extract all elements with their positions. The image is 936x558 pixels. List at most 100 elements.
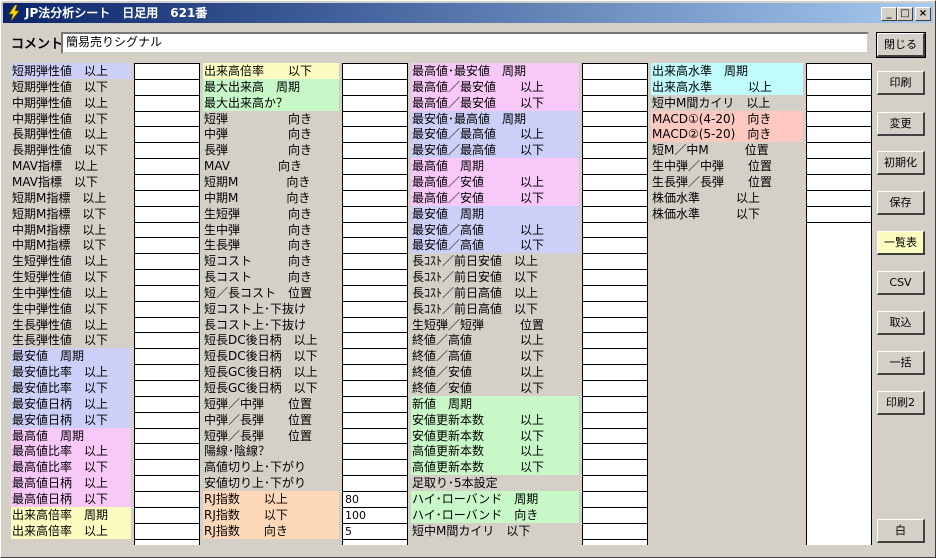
list-button[interactable]: 一覧表 (877, 231, 925, 255)
condition-value-field[interactable] (134, 237, 200, 255)
condition-value-field[interactable] (342, 253, 408, 271)
condition-value-field[interactable] (582, 380, 648, 397)
condition-value-field[interactable] (806, 63, 872, 80)
condition-value-field[interactable] (582, 173, 648, 191)
condition-value-field[interactable] (582, 237, 648, 255)
condition-value-field[interactable] (134, 158, 200, 176)
condition-value-field[interactable] (582, 110, 648, 128)
condition-value-field[interactable] (342, 300, 408, 318)
condition-value-field[interactable] (134, 506, 200, 524)
condition-value-field[interactable] (582, 63, 648, 80)
condition-value-field[interactable] (342, 348, 408, 366)
condition-value-field[interactable] (582, 142, 648, 160)
condition-value-field[interactable] (342, 443, 408, 461)
print2-button[interactable]: 印刷2 (877, 391, 925, 415)
condition-value-field[interactable] (134, 142, 200, 160)
condition-value-field[interactable] (582, 411, 648, 429)
condition-value-field[interactable] (582, 348, 648, 366)
condition-value-field[interactable] (342, 395, 408, 413)
condition-value-field[interactable] (342, 221, 408, 239)
condition-value-field[interactable] (342, 475, 408, 493)
condition-value-field[interactable] (342, 189, 408, 207)
condition-value-field[interactable] (134, 443, 200, 461)
condition-value-field[interactable] (806, 94, 872, 112)
minimize-button[interactable]: _ (881, 7, 897, 21)
condition-value-field[interactable] (806, 173, 872, 191)
condition-value-field[interactable] (134, 395, 200, 413)
condition-value-field[interactable] (582, 158, 648, 176)
condition-value-field[interactable] (342, 158, 408, 176)
condition-value-field[interactable] (582, 364, 648, 382)
condition-value-field[interactable] (134, 316, 200, 334)
condition-value-field[interactable] (134, 189, 200, 207)
condition-value-field[interactable] (342, 237, 408, 255)
close-button[interactable]: 閉じる (876, 32, 926, 58)
condition-value-field[interactable] (582, 459, 648, 477)
condition-value-field[interactable] (134, 300, 200, 318)
condition-value-field[interactable]: 5 (342, 522, 408, 540)
condition-value-field[interactable] (134, 475, 200, 493)
condition-value-field[interactable] (582, 316, 648, 334)
condition-value-field[interactable] (134, 348, 200, 366)
condition-value-field[interactable] (134, 459, 200, 477)
condition-value-field[interactable] (582, 94, 648, 112)
condition-value-field[interactable] (342, 411, 408, 429)
condition-value-field[interactable] (342, 94, 408, 112)
condition-value-field[interactable] (582, 189, 648, 207)
condition-value-field[interactable] (342, 78, 408, 96)
condition-value-field[interactable] (806, 142, 872, 160)
condition-value-field[interactable] (582, 300, 648, 318)
condition-value-field[interactable] (806, 110, 872, 128)
condition-value-field[interactable] (582, 205, 648, 223)
condition-value-field[interactable] (134, 490, 200, 508)
condition-value-field[interactable] (342, 142, 408, 160)
condition-value-field[interactable] (342, 332, 408, 350)
condition-value-field[interactable] (342, 173, 408, 191)
condition-value-field[interactable] (582, 506, 648, 524)
condition-value-field[interactable] (134, 110, 200, 128)
condition-value-field[interactable] (134, 253, 200, 271)
condition-value-field[interactable] (134, 522, 200, 540)
batch-button[interactable]: 一括 (877, 351, 925, 375)
condition-value-field[interactable] (342, 427, 408, 445)
condition-value-field[interactable] (342, 380, 408, 397)
condition-value-field[interactable]: 100 (342, 506, 408, 524)
condition-value-field[interactable] (582, 490, 648, 508)
condition-value-field[interactable] (806, 78, 872, 96)
condition-value-field[interactable] (134, 332, 200, 350)
condition-value-field[interactable] (342, 63, 408, 80)
import-button[interactable]: 取込 (877, 311, 925, 335)
condition-value-field[interactable] (582, 284, 648, 302)
condition-value-field[interactable] (134, 284, 200, 302)
change-button[interactable]: 変更 (877, 112, 925, 136)
close-window-button[interactable]: × (915, 7, 931, 21)
condition-value-field[interactable] (342, 205, 408, 223)
condition-value-field[interactable] (806, 205, 872, 223)
print-button[interactable]: 印刷 (877, 71, 925, 95)
title-bar[interactable]: JP法分析シート 日足用 621番 _ □ × (3, 3, 933, 23)
condition-value-field[interactable] (342, 110, 408, 128)
white-button[interactable]: 白 (877, 519, 925, 543)
condition-value-field[interactable] (342, 269, 408, 287)
condition-value-field[interactable]: 80 (342, 490, 408, 508)
condition-value-field[interactable] (134, 94, 200, 112)
condition-value-field[interactable] (806, 189, 872, 207)
condition-value-field[interactable] (342, 364, 408, 382)
condition-value-field[interactable] (582, 332, 648, 350)
condition-value-field[interactable] (342, 126, 408, 144)
condition-value-field[interactable] (342, 459, 408, 477)
condition-value-field[interactable] (134, 427, 200, 445)
maximize-button[interactable]: □ (897, 7, 913, 21)
condition-value-field[interactable] (134, 173, 200, 191)
condition-value-field[interactable] (134, 78, 200, 96)
condition-value-field[interactable] (582, 475, 648, 493)
comment-input[interactable]: 簡易売りシグナル (61, 32, 869, 54)
save-button[interactable]: 保存 (877, 191, 925, 215)
condition-value-field[interactable] (134, 411, 200, 429)
condition-value-field[interactable] (134, 380, 200, 397)
condition-value-field[interactable] (806, 126, 872, 144)
condition-value-field[interactable] (806, 158, 872, 176)
condition-value-field[interactable] (582, 269, 648, 287)
condition-value-field[interactable] (134, 221, 200, 239)
condition-value-field[interactable] (582, 443, 648, 461)
